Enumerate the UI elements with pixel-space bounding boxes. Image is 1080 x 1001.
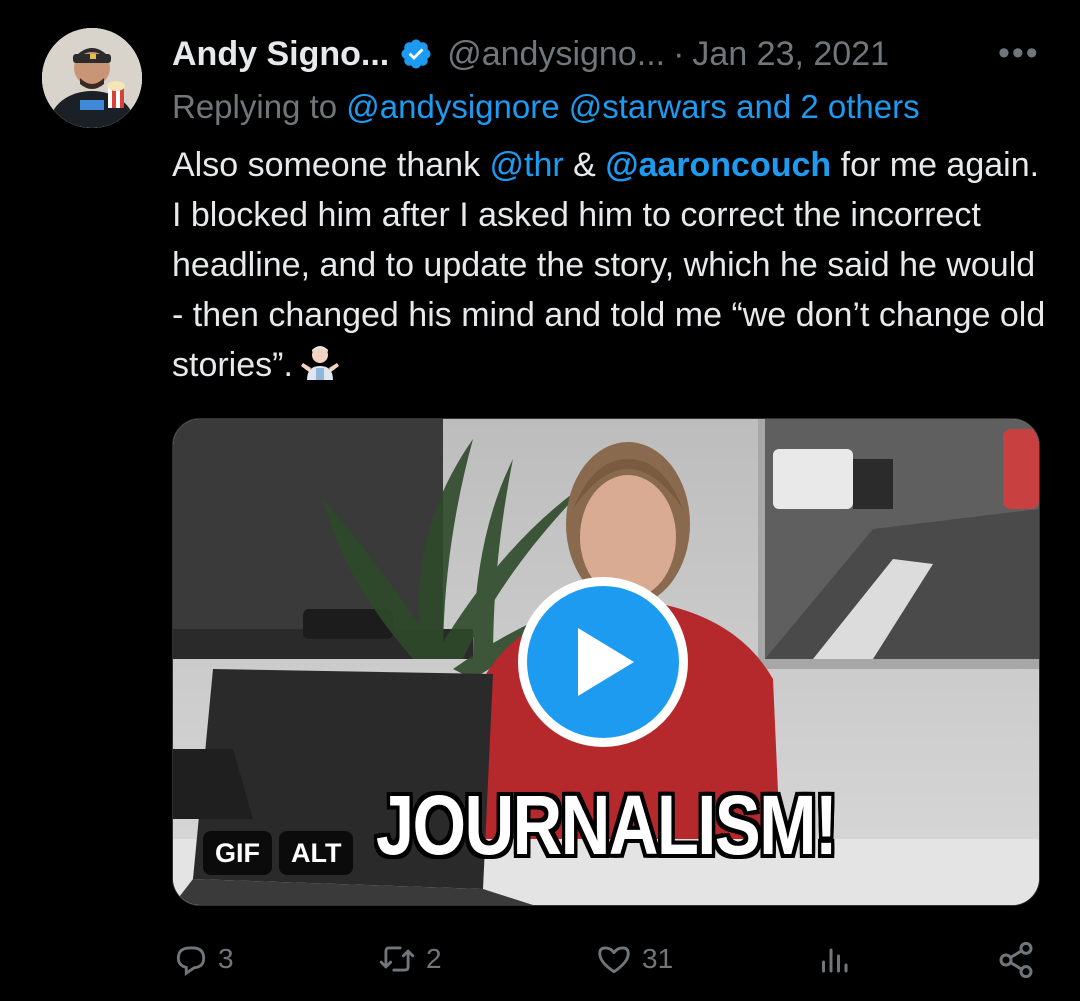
replying-and[interactable]: and [736,88,791,125]
replying-others-link[interactable]: 2 others [800,88,919,125]
media-gif[interactable]: JOURNALISM! GIF ALT [172,418,1040,906]
retweet-button[interactable]: 2 [376,940,442,978]
replying-prefix: Replying to [172,88,338,125]
action-bar: 3 2 31 [172,940,1038,986]
tweet-text-part: & [563,146,606,184]
reply-icon [172,940,210,978]
play-button[interactable] [518,577,688,747]
tweet-text-part: Also someone thank [172,146,490,184]
avatar-image [42,28,142,128]
replying-users-link[interactable]: @andysignore @starwars [346,88,727,125]
tweet-header: Andy Signo... @andysigno... · Jan 23, 20… [172,34,889,74]
alt-badge[interactable]: ALT [279,831,354,875]
more-icon[interactable]: ••• [998,36,1040,70]
retweet-icon [376,940,418,978]
like-button[interactable]: 31 [594,940,673,978]
reply-button[interactable]: 3 [172,940,234,978]
reply-count: 3 [218,943,234,974]
tweet-date[interactable]: Jan 23, 2021 [692,35,889,74]
avatar[interactable] [42,28,142,128]
mention-link[interactable]: @thr [490,146,564,184]
author-handle[interactable]: @andysigno... [447,35,665,74]
views-icon [816,940,852,978]
like-count: 31 [642,943,674,974]
share-button[interactable] [996,940,1036,980]
retweet-count: 2 [426,943,442,974]
replying-to: Replying to @andysignore @starwars and 2… [172,88,920,126]
mention-link[interactable]: @aaroncouch [605,146,831,184]
play-icon [578,628,634,696]
author-name[interactable]: Andy Signo... [172,35,389,74]
separator-dot: · [673,34,685,73]
shrug-emoji-icon [299,342,341,396]
share-icon [996,940,1036,980]
tweet-text: Also someone thank @thr & @aaroncouch fo… [172,140,1052,396]
gif-badge: GIF [203,831,272,875]
like-icon [594,940,634,978]
verified-badge-icon [399,37,433,71]
gif-caption: JOURNALISM! [375,778,838,872]
views-button[interactable] [816,940,852,978]
